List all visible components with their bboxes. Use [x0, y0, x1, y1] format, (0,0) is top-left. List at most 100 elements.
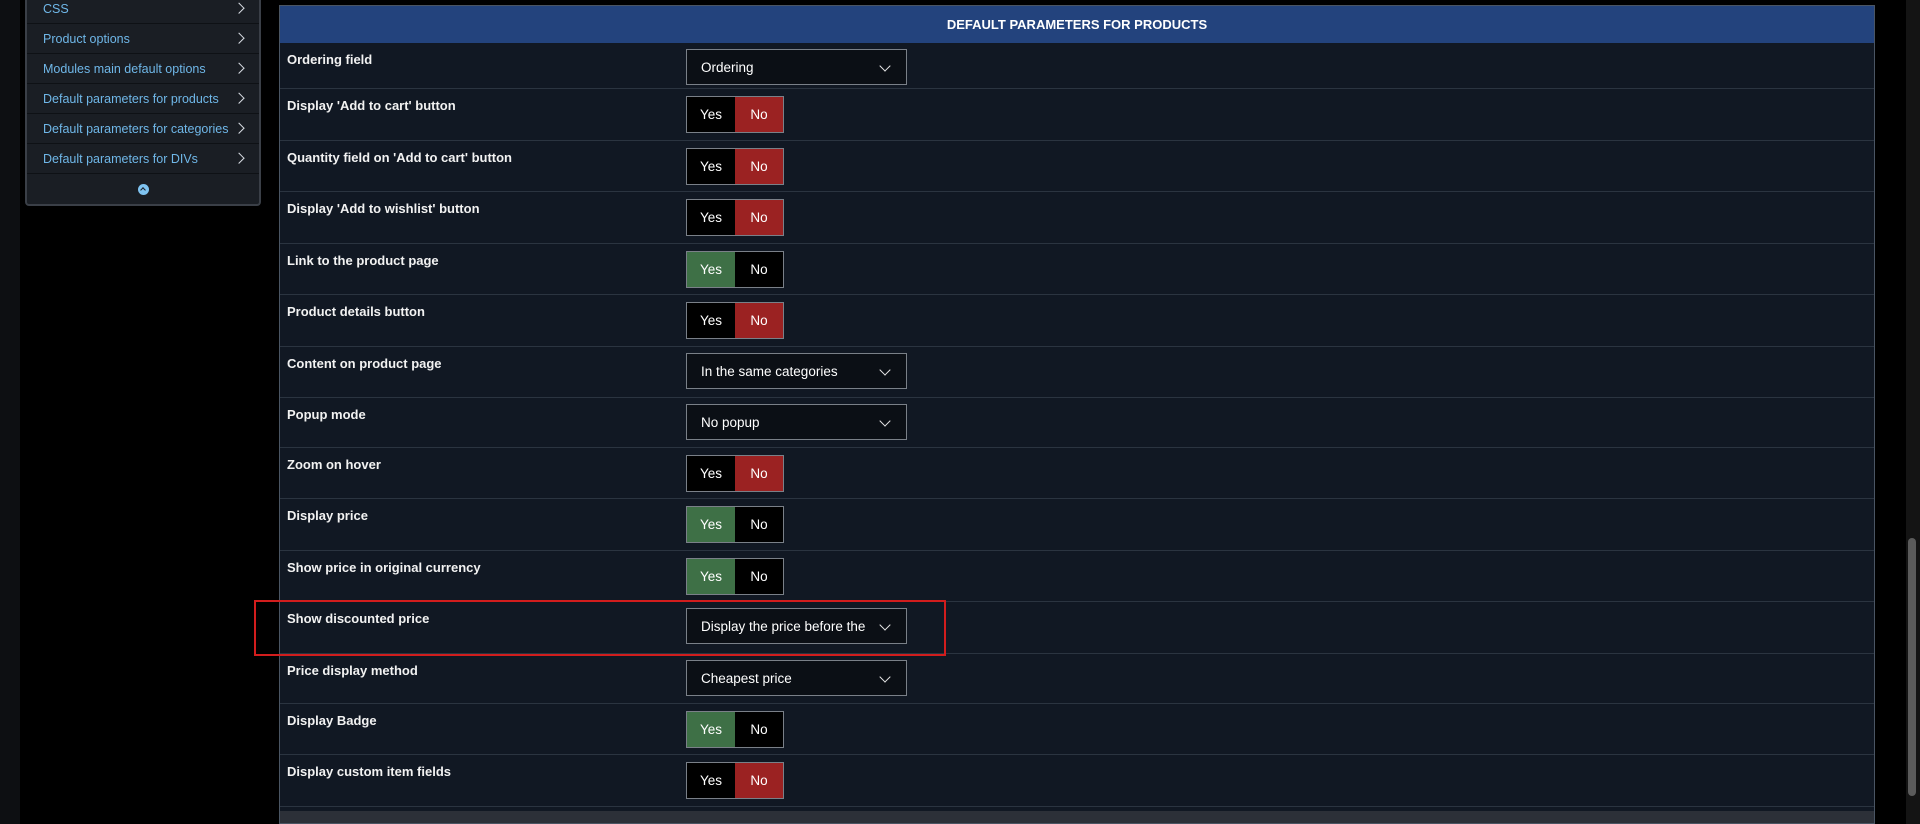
settings-row: Price display method Cheapest price: [280, 654, 1874, 704]
chevron-down-icon: [879, 60, 891, 72]
chevron-down-icon: [879, 415, 891, 427]
collapse-up-icon[interactable]: [137, 183, 149, 195]
sidebar-item-modules-main-default-options[interactable]: Modules main default options: [27, 54, 259, 84]
toggle-no-option[interactable]: No: [735, 507, 783, 542]
settings-row: Show price in original currency Yes No: [280, 551, 1874, 602]
scrollbar-thumb[interactable]: [1908, 538, 1916, 796]
setting-label: Show discounted price: [287, 611, 430, 626]
setting-label: Quantity field on 'Add to cart' button: [287, 150, 512, 165]
toggle-no-option[interactable]: No: [735, 763, 783, 798]
chevron-right-icon: [233, 32, 245, 44]
toggle-yes-option[interactable]: Yes: [687, 149, 735, 184]
setting-label: Product details button: [287, 304, 425, 319]
yes-no-toggle: Yes No: [686, 762, 784, 799]
settings-row: Ordering field Ordering: [280, 43, 1874, 89]
settings-row: Display 'Add to wishlist' button Yes No: [280, 192, 1874, 244]
toggle-yes-option[interactable]: Yes: [687, 97, 735, 132]
settings-rows: Ordering field Ordering Display 'Add to ca…: [280, 43, 1874, 807]
default-parameters-panel: DEFAULT PARAMETERS FOR PRODUCTS Ordering…: [279, 5, 1875, 824]
toggle-no-option[interactable]: No: [735, 149, 783, 184]
sidebar-item-label: Modules main default options: [43, 61, 206, 76]
setting-label: Display custom item fields: [287, 764, 451, 779]
chevron-right-icon: [233, 92, 245, 104]
settings-row: Link to the product page Yes No: [280, 244, 1874, 295]
yes-no-toggle: Yes No: [686, 96, 784, 133]
dropdown-select[interactable]: Display the price before the: [686, 608, 907, 644]
dropdown-select[interactable]: Ordering: [686, 49, 907, 85]
chevron-right-icon: [233, 122, 245, 134]
sidebar-item-label: CSS: [43, 1, 69, 16]
dropdown-select[interactable]: Cheapest price: [686, 660, 907, 696]
chevron-right-icon: [233, 2, 245, 14]
sidebar-menu: CSS Product options Modules main default…: [25, 0, 261, 206]
yes-no-toggle: Yes No: [686, 251, 784, 288]
select-value: In the same categories: [701, 363, 838, 379]
setting-label: Link to the product page: [287, 253, 439, 268]
sidebar-item-label: Product options: [43, 31, 130, 46]
settings-row: Display price Yes No: [280, 499, 1874, 551]
panel-bottom-bar: [280, 811, 1874, 823]
toggle-no-option[interactable]: No: [735, 252, 783, 287]
toggle-no-option[interactable]: No: [735, 712, 783, 747]
setting-label: Display 'Add to wishlist' button: [287, 201, 480, 216]
toggle-no-option[interactable]: No: [735, 200, 783, 235]
toggle-no-option[interactable]: No: [735, 559, 783, 594]
select-value: Cheapest price: [701, 670, 792, 686]
sidebar-item-default-parameters-categories[interactable]: Default parameters for categories: [27, 114, 259, 144]
setting-label: Ordering field: [287, 52, 373, 67]
settings-row: Popup mode No popup: [280, 398, 1874, 448]
settings-row: Display Badge Yes No: [280, 704, 1874, 755]
yes-no-toggle: Yes No: [686, 506, 784, 543]
sidebar-item-product-options[interactable]: Product options: [27, 24, 259, 54]
toggle-yes-option[interactable]: Yes: [687, 763, 735, 798]
yes-no-toggle: Yes No: [686, 558, 784, 595]
setting-label: Display Badge: [287, 713, 377, 728]
settings-row: Zoom on hover Yes No: [280, 448, 1874, 499]
sidebar-item-label: Default parameters for categories: [43, 121, 229, 136]
toggle-yes-option[interactable]: Yes: [687, 456, 735, 491]
select-value: No popup: [701, 414, 760, 430]
sidebar-item-default-parameters-divs[interactable]: Default parameters for DIVs: [27, 144, 259, 174]
sidebar-item-label: Default parameters for DIVs: [43, 151, 198, 166]
panel-title: DEFAULT PARAMETERS FOR PRODUCTS: [280, 6, 1874, 43]
yes-no-toggle: Yes No: [686, 711, 784, 748]
setting-label: Popup mode: [287, 407, 366, 422]
toggle-yes-option[interactable]: Yes: [687, 252, 735, 287]
settings-row: Display custom item fields Yes No: [280, 755, 1874, 807]
chevron-down-icon: [879, 364, 891, 376]
toggle-yes-option[interactable]: Yes: [687, 507, 735, 542]
sidebar-item-label: Default parameters for products: [43, 91, 219, 106]
setting-label: Price display method: [287, 663, 418, 678]
chevron-down-icon: [879, 619, 891, 631]
settings-row: Display 'Add to cart' button Yes No: [280, 89, 1874, 141]
toggle-yes-option[interactable]: Yes: [687, 712, 735, 747]
collapse-row: [27, 174, 259, 204]
settings-row: Show discounted price Display the price b…: [280, 602, 1874, 654]
setting-label: Zoom on hover: [287, 457, 381, 472]
chevron-right-icon: [233, 62, 245, 74]
toggle-yes-option[interactable]: Yes: [687, 303, 735, 338]
toggle-no-option[interactable]: No: [735, 97, 783, 132]
yes-no-toggle: Yes No: [686, 199, 784, 236]
settings-row: Quantity field on 'Add to cart' button Ye…: [280, 141, 1874, 192]
select-value: Ordering: [701, 59, 754, 75]
toggle-yes-option[interactable]: Yes: [687, 559, 735, 594]
sidebar-item-default-parameters-products[interactable]: Default parameters for products: [27, 84, 259, 114]
left-strip: [0, 0, 20, 824]
settings-row: Product details button Yes No: [280, 295, 1874, 347]
chevron-right-icon: [233, 152, 245, 164]
dropdown-select[interactable]: No popup: [686, 404, 907, 440]
chevron-down-icon: [879, 671, 891, 683]
toggle-yes-option[interactable]: Yes: [687, 200, 735, 235]
yes-no-toggle: Yes No: [686, 302, 784, 339]
toggle-no-option[interactable]: No: [735, 456, 783, 491]
toggle-no-option[interactable]: No: [735, 303, 783, 338]
select-value: Display the price before the: [701, 618, 866, 634]
dropdown-select[interactable]: In the same categories: [686, 353, 907, 389]
settings-row: Content on product page In the same categ…: [280, 347, 1874, 398]
setting-label: Show price in original currency: [287, 560, 481, 575]
yes-no-toggle: Yes No: [686, 455, 784, 492]
sidebar-item-css[interactable]: CSS: [27, 0, 259, 24]
yes-no-toggle: Yes No: [686, 148, 784, 185]
setting-label: Content on product page: [287, 356, 442, 371]
